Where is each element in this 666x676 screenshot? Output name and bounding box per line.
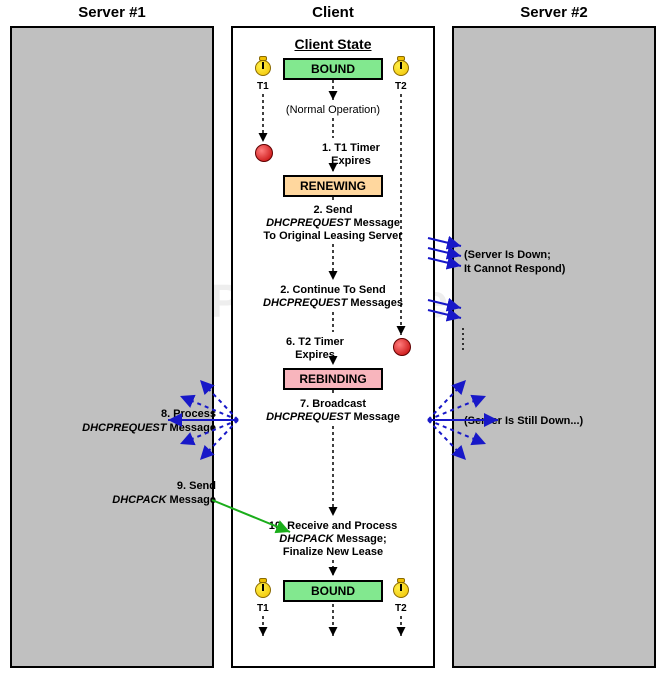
- caption-step8: 8. Process DHCPREQUEST Message: [66, 408, 216, 436]
- lane-server1: [10, 26, 214, 668]
- s8b: DHCPREQUEST: [82, 422, 166, 434]
- timer-red-t1-icon: [255, 144, 273, 162]
- lane-client: Client State BOUND T1 T2 (Normal Operati…: [231, 26, 435, 668]
- t1-label-top: T1: [257, 81, 269, 92]
- caption-server-down: (Server Is Down; It Cannot Respond): [464, 249, 644, 277]
- caption-step2: 2. Send DHCPREQUEST Message To Original …: [248, 204, 418, 244]
- s6b: Expires: [295, 349, 335, 361]
- step1-line2: Expires: [331, 155, 371, 167]
- s8c: Message: [166, 422, 216, 434]
- lane-server2: [452, 26, 656, 668]
- t1-label-bot: T1: [257, 603, 269, 614]
- caption-normal-operation: (Normal Operation): [248, 104, 418, 117]
- s6a: 6. T2 Timer: [286, 336, 344, 348]
- s8a: 8. Process: [161, 408, 216, 420]
- caption-step1: 1. T1 Timer Expires: [291, 142, 411, 168]
- s2a: 2. Send: [313, 204, 352, 216]
- state-renewing: RENEWING: [283, 175, 383, 197]
- s7a: 7. Broadcast: [300, 398, 366, 410]
- s10d: Finalize New Lease: [283, 546, 383, 558]
- caption-step9: 9. Send DHCPACK Message: [100, 480, 216, 508]
- client-state-title: Client State: [294, 36, 371, 52]
- state-bound-top: BOUND: [283, 58, 383, 80]
- timer-icon-t2-bot: [391, 578, 411, 600]
- state-rebinding: REBINDING: [283, 368, 383, 390]
- timer-red-t2-icon: [393, 338, 411, 356]
- caption-server-still-down: (Server Is Still Down...): [464, 415, 654, 429]
- s2c: Message: [350, 217, 400, 229]
- s9b: DHCPACK: [112, 494, 166, 506]
- t2-label-bot: T2: [395, 603, 407, 614]
- srvDownB: It Cannot Respond): [464, 263, 565, 275]
- step1-line1: 1. T1 Timer: [322, 142, 380, 154]
- header-server1: Server #1: [10, 4, 214, 21]
- s10a: 10. Receive and Process: [269, 520, 397, 532]
- s2b: DHCPREQUEST: [266, 217, 350, 229]
- s22b: DHCPREQUEST: [263, 297, 347, 309]
- srvDownA: (Server Is Down;: [464, 249, 551, 261]
- s9a: 9. Send: [177, 480, 216, 492]
- s10c: Message;: [333, 533, 386, 545]
- s9c: Message: [166, 494, 216, 506]
- s7b: DHCPREQUEST: [266, 411, 350, 423]
- header-client: Client: [231, 4, 435, 21]
- timer-icon-t1-bot: [253, 578, 273, 600]
- caption-step2-continue: 2. Continue To Send DHCPREQUEST Messages: [248, 284, 418, 310]
- s10b: DHCPACK: [279, 533, 333, 545]
- s2d: To Original Leasing Server: [263, 230, 402, 242]
- caption-step6: 6. T2 Timer Expires: [255, 336, 375, 362]
- timer-icon-t2-top: [391, 56, 411, 78]
- stillDown: (Server Is Still Down...): [464, 415, 583, 427]
- header-server2: Server #2: [452, 4, 656, 21]
- timer-icon-t1-top: [253, 56, 273, 78]
- s7c: Message: [350, 411, 400, 423]
- diagram-stage: The TCP/IP Guide Server #1 Client Server…: [0, 0, 666, 676]
- t2-label-top: T2: [395, 81, 407, 92]
- s22a: 2. Continue To Send: [280, 284, 386, 296]
- state-bound-bottom: BOUND: [283, 580, 383, 602]
- caption-step7: 7. Broadcast DHCPREQUEST Message: [248, 398, 418, 424]
- caption-step10: 10. Receive and Process DHCPACK Message;…: [248, 520, 418, 560]
- s22c: Messages: [347, 297, 403, 309]
